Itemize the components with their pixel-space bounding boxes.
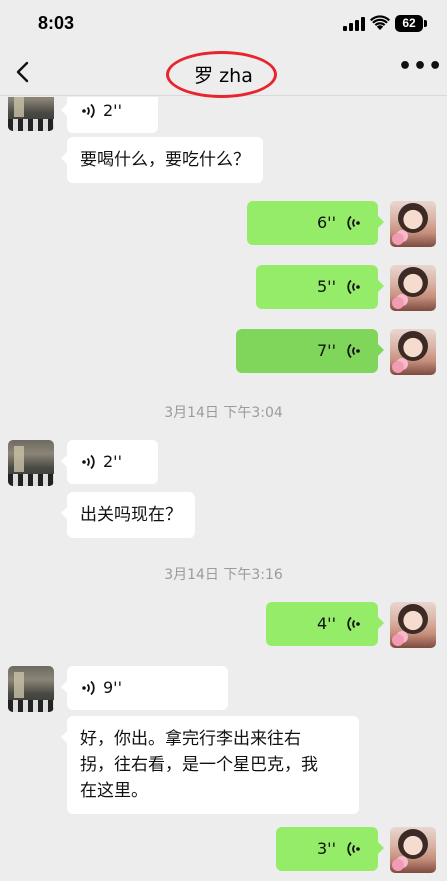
voice-duration: 6''	[317, 213, 336, 232]
my-avatar[interactable]	[390, 827, 436, 873]
message-text: 要喝什么，要吃什么？	[80, 150, 250, 170]
more-dots-icon[interactable]: •••	[398, 56, 442, 82]
voice-duration: 3''	[317, 839, 336, 858]
voice-duration: 2''	[103, 452, 122, 471]
my-avatar[interactable]	[390, 329, 436, 375]
voice-wave-icon	[347, 343, 360, 359]
message-list[interactable]: 2'' 要喝什么，要吃什么？ 6'' 5'' 7'' 3月14日 下午3:04 …	[0, 97, 447, 881]
status-time: 8:03	[38, 13, 75, 33]
voice-wave-icon	[347, 616, 360, 632]
voice-duration: 4''	[317, 614, 336, 633]
status-bar: 8:03 62	[0, 0, 447, 48]
voice-message-incoming[interactable]: 2''	[61, 97, 158, 133]
text-message-incoming[interactable]: 好，你出。拿完行李出来往右 拐，往右看，是一个星巴克，我 在这里。	[61, 716, 359, 814]
voice-message-incoming[interactable]: 2''	[61, 440, 158, 484]
my-avatar[interactable]	[390, 602, 436, 648]
message-text-line: 拐，往右看，是一个星巴克，我	[80, 755, 318, 775]
signal-icon	[343, 17, 365, 31]
text-message-incoming[interactable]: 出关吗现在？	[61, 492, 195, 538]
contact-avatar[interactable]	[8, 97, 54, 131]
voice-duration: 9''	[103, 678, 122, 697]
voice-message-outgoing[interactable]: 4''	[266, 602, 384, 646]
voice-wave-icon	[82, 103, 95, 119]
chat-header: 罗 zha •••	[0, 48, 447, 98]
my-avatar[interactable]	[390, 201, 436, 247]
voice-wave-icon	[347, 279, 360, 295]
battery-icon: 62	[395, 15, 423, 32]
text-message-incoming[interactable]: 要喝什么，要吃什么？	[61, 137, 263, 183]
voice-duration: 5''	[317, 277, 336, 296]
voice-wave-icon	[82, 680, 95, 696]
voice-wave-icon	[347, 841, 360, 857]
contact-avatar[interactable]	[8, 666, 54, 712]
voice-message-outgoing[interactable]: 7''	[236, 329, 384, 373]
contact-avatar[interactable]	[8, 440, 54, 486]
voice-duration: 2''	[103, 101, 122, 120]
my-avatar[interactable]	[390, 265, 436, 311]
voice-duration: 7''	[317, 341, 336, 360]
timestamp: 3月14日 下午3:04	[164, 405, 283, 421]
voice-message-outgoing[interactable]: 5''	[256, 265, 384, 309]
wifi-icon	[370, 15, 390, 30]
timestamp: 3月14日 下午3:16	[164, 567, 283, 583]
message-text-line: 好，你出。拿完行李出来往右	[80, 729, 301, 749]
red-annotation-circle	[166, 51, 277, 98]
voice-message-outgoing[interactable]: 3''	[276, 827, 384, 871]
voice-wave-icon	[347, 215, 360, 231]
message-text: 出关吗现在？	[80, 505, 182, 525]
voice-message-outgoing[interactable]: 6''	[247, 201, 384, 245]
battery-tip	[424, 20, 427, 27]
message-text-line: 在这里。	[80, 781, 148, 801]
voice-message-incoming[interactable]: 9''	[61, 666, 228, 710]
voice-wave-icon	[82, 454, 95, 470]
